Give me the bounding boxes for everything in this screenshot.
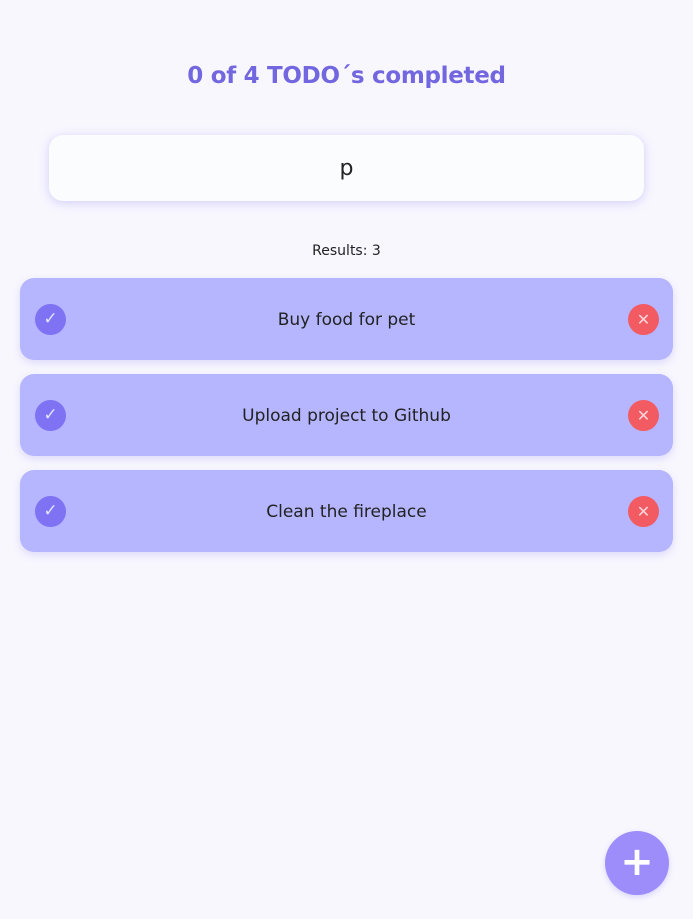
todo-list: ✓ Buy food for pet ✕ ✓ Upload project to… [20, 278, 673, 566]
delete-button[interactable]: ✕ [628, 496, 659, 527]
delete-button[interactable]: ✕ [628, 400, 659, 431]
check-icon: ✓ [43, 501, 58, 521]
delete-button[interactable]: ✕ [628, 304, 659, 335]
check-icon: ✓ [43, 309, 58, 329]
complete-button[interactable]: ✓ [35, 496, 66, 527]
todo-item: ✓ Buy food for pet ✕ [20, 278, 673, 360]
close-icon: ✕ [636, 406, 651, 425]
plus-icon: + [620, 839, 654, 885]
close-icon: ✕ [636, 310, 651, 329]
check-icon: ✓ [43, 405, 58, 425]
todo-text: Clean the fireplace [266, 502, 427, 522]
todo-text: Upload project to Github [242, 406, 451, 426]
complete-button[interactable]: ✓ [35, 304, 66, 335]
complete-button[interactable]: ✓ [35, 400, 66, 431]
search-box [49, 135, 644, 201]
search-input[interactable] [49, 135, 644, 201]
todo-counter-title: 0 of 4 TODO´s completed [187, 63, 506, 90]
todo-text: Buy food for pet [277, 310, 416, 330]
todo-item: ✓ Clean the fireplace ✕ [20, 470, 673, 552]
add-todo-button[interactable]: + [605, 831, 669, 895]
results-count: Results: 3 [312, 243, 381, 259]
todo-item: ✓ Upload project to Github ✕ [20, 374, 673, 456]
close-icon: ✕ [636, 502, 651, 521]
